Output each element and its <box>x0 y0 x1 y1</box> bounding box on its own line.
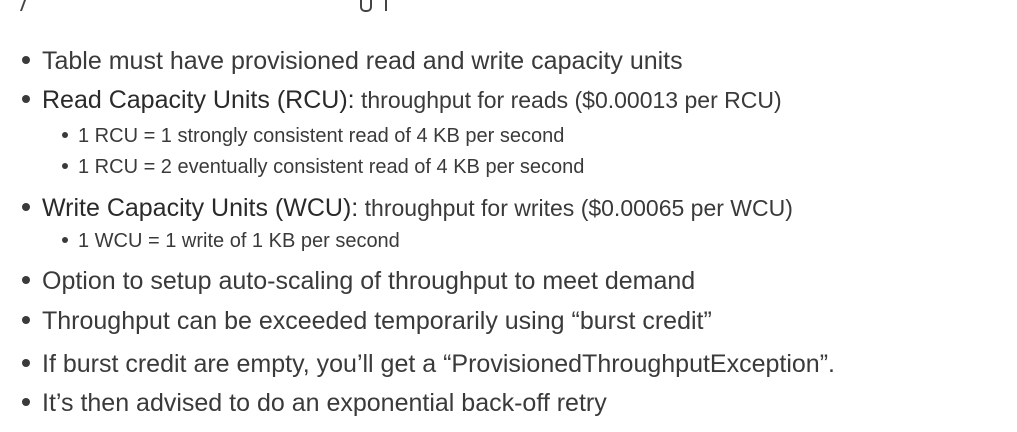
bullet-icon <box>62 162 68 169</box>
bullet-item: Option to setup auto-scaling of throughp… <box>22 267 695 296</box>
sub-bullet-item: 1 RCU = 1 strongly consistent read of 4 … <box>62 125 564 148</box>
title-fragment <box>385 0 387 11</box>
title-fragment <box>360 0 372 12</box>
bullet-text: 1 WCU = 1 write of 1 KB per second <box>78 230 400 252</box>
bullet-term: Read Capacity Units (RCU): <box>42 86 355 114</box>
bullet-term: Write Capacity Units (WCU): <box>42 194 359 222</box>
sub-bullet-item: 1 WCU = 1 write of 1 KB per second <box>62 230 400 253</box>
bullet-text: 1 RCU = 1 strongly consistent read of 4 … <box>78 125 565 147</box>
bullet-text: It’s then advised to do an exponential b… <box>42 389 607 417</box>
bullet-icon <box>22 56 30 65</box>
bullet-item: Write Capacity Units (WCU): throughput f… <box>22 194 793 223</box>
bullet-text: Table must have provisioned read and wri… <box>42 47 683 75</box>
bullet-icon <box>22 95 30 104</box>
bullet-icon <box>22 359 30 368</box>
bullet-item: If burst credit are empty, you’ll get a … <box>22 350 835 379</box>
bullet-text: Throughput can be exceeded temporarily u… <box>42 307 712 335</box>
bullet-text: throughput for reads ($0.00013 per RCU) <box>354 87 782 113</box>
bullet-text: 1 RCU = 2 eventually consistent read of … <box>78 156 585 178</box>
bullet-icon <box>22 276 30 285</box>
bullet-text: If burst credit are empty, you’ll get a … <box>42 350 835 378</box>
bullet-icon <box>22 316 30 325</box>
title-fragment <box>19 0 27 11</box>
sub-bullet-item: 1 RCU = 2 eventually consistent read of … <box>62 156 584 179</box>
bullet-text: throughput for writes ($0.00065 per WCU) <box>358 195 793 221</box>
bullet-icon <box>62 131 68 138</box>
bullet-item: It’s then advised to do an exponential b… <box>22 389 607 418</box>
bullet-item: Table must have provisioned read and wri… <box>22 47 683 76</box>
bullet-icon <box>22 398 30 407</box>
bullet-icon <box>62 236 68 243</box>
bullet-text: Option to setup auto-scaling of throughp… <box>42 267 696 295</box>
bullet-item: Throughput can be exceeded temporarily u… <box>22 307 712 336</box>
bullet-item: Read Capacity Units (RCU): throughput fo… <box>22 86 782 115</box>
bullet-icon <box>22 203 30 212</box>
